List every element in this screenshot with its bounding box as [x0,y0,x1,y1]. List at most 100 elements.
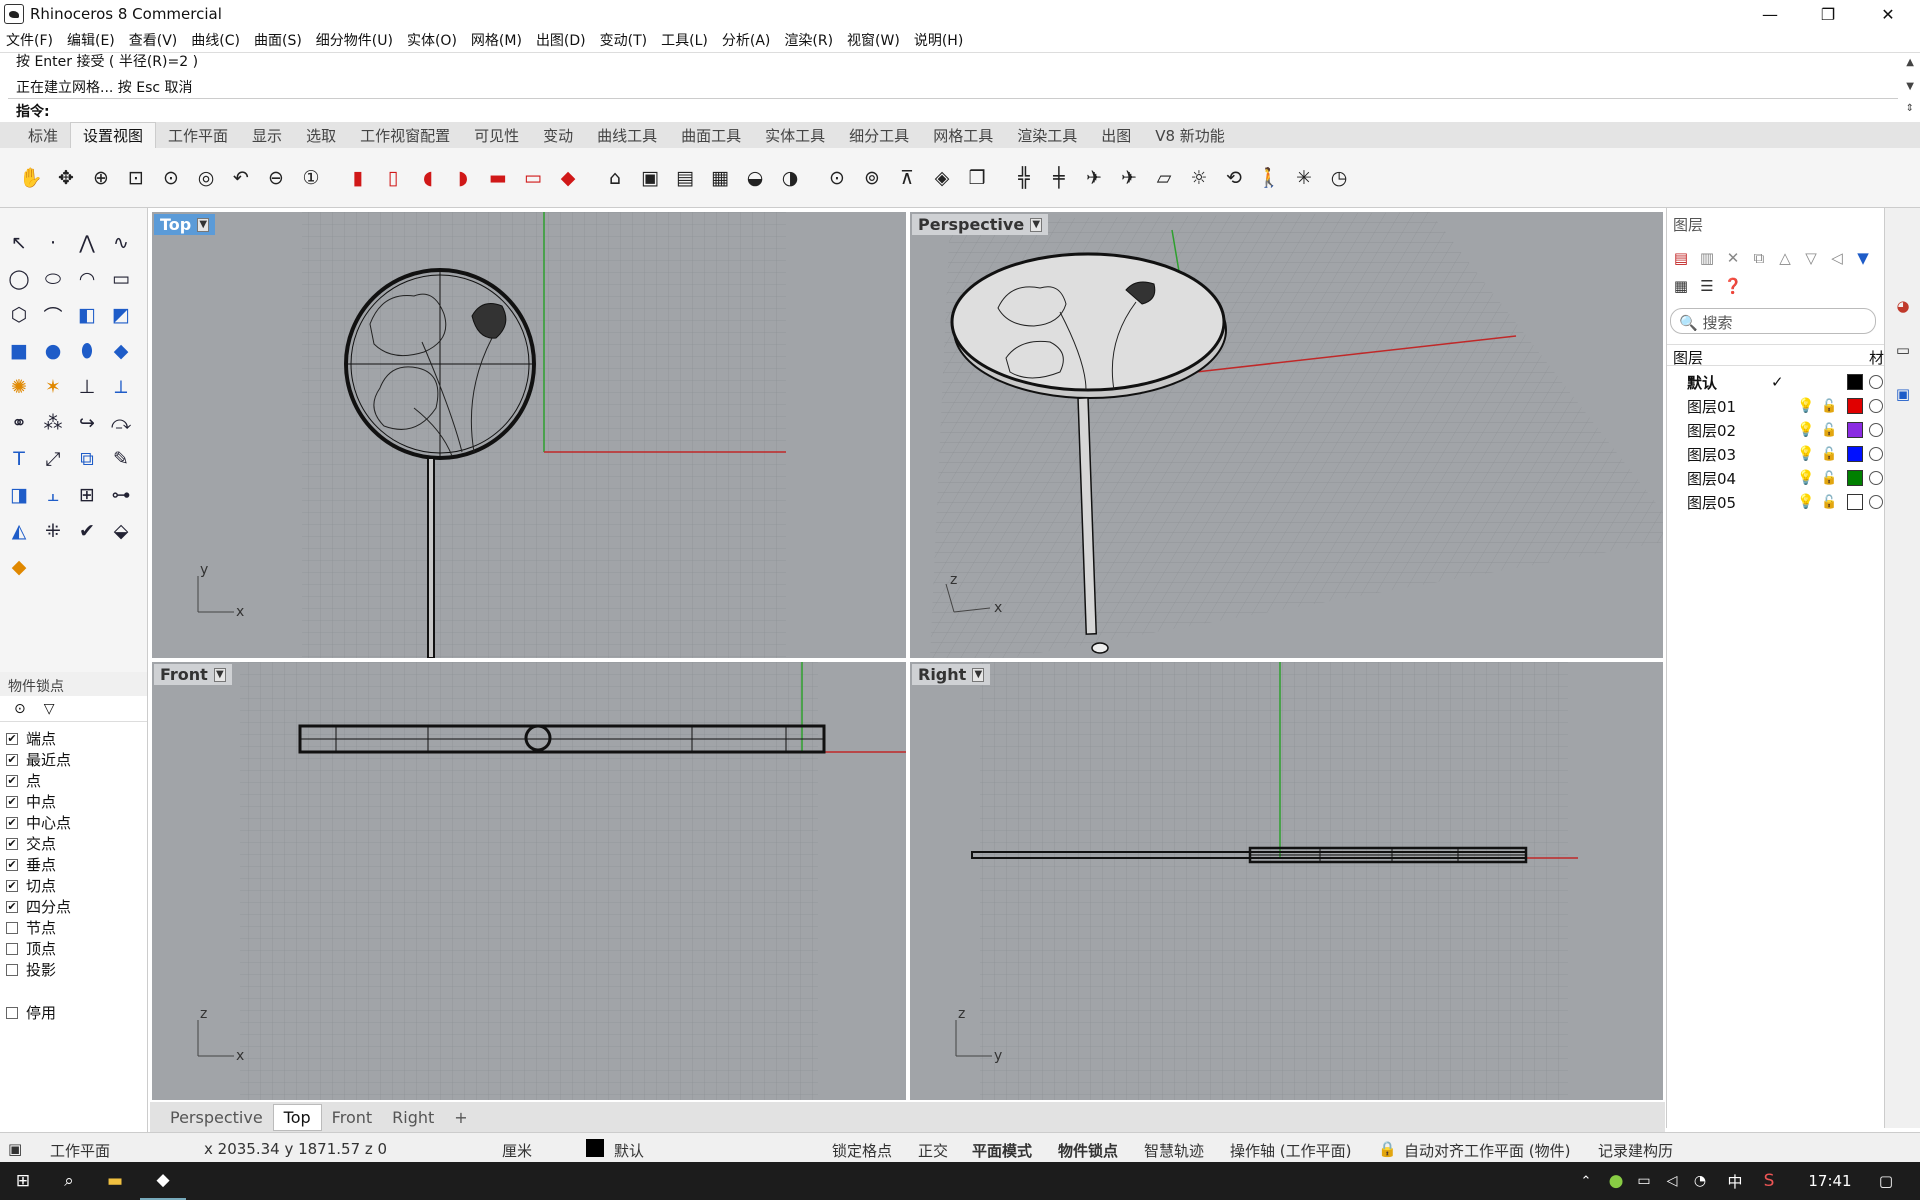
osnap-item[interactable]: 投影 [6,959,56,980]
osnap-item[interactable]: ✔ 中心点 [6,812,71,833]
layer-name[interactable]: 默认 [1687,372,1717,393]
lightbulb-icon[interactable]: 💡 [1797,422,1814,438]
checkbox-icon[interactable]: ✔ [6,837,18,850]
explode-icon[interactable]: ✶ [38,372,68,402]
arc-icon[interactable]: ◠ [72,264,102,294]
checkbox-icon[interactable] [6,942,18,955]
battery-icon[interactable]: ▭ [1632,1162,1656,1200]
tab-set-view[interactable]: 设置视图 [70,122,157,148]
zoom-out-icon[interactable]: ⊖ [261,163,291,193]
layer-row[interactable]: 图层01 💡 🔓 [1667,394,1885,418]
scroll-up-icon[interactable]: ▲ [1906,57,1914,68]
dimension-icon[interactable]: ⤢ [38,444,68,474]
cplane-icon[interactable]: ▣ [8,1140,22,1158]
vp-tab-top[interactable]: Top [272,1103,322,1131]
fly-2-icon[interactable]: ✈ [1114,163,1144,193]
view-perspective-icon[interactable]: ◆ [553,163,583,193]
move-up-icon[interactable]: △ [1775,248,1795,268]
tab-viewport-layout[interactable]: 工作视窗配置 [348,123,462,148]
box-icon[interactable]: ■ [4,336,34,366]
menu-edit[interactable]: 编辑(E) [67,30,115,50]
new-sublayer-icon[interactable]: ▥ [1697,248,1717,268]
checkbox-icon[interactable]: ✔ [6,795,18,808]
paint-icon[interactable]: ◆ [4,552,34,582]
menu-render[interactable]: 渲染(R) [784,30,833,50]
ground-plane-icon[interactable]: ⏥ [1149,163,1179,193]
sogou-icon[interactable]: S [1756,1162,1782,1200]
filter-icon[interactable]: ▽ [44,701,55,717]
help-icon[interactable]: ❓ [1723,276,1743,296]
minimize-button[interactable]: — [1742,0,1798,28]
ime-indicator[interactable]: 中 [1722,1162,1748,1200]
column-material[interactable]: 材 [1869,347,1884,368]
place-camera-icon[interactable]: ⌂ [600,163,630,193]
color-wheel-icon[interactable]: ◕ [1893,296,1913,316]
sphere-icon[interactable]: ● [38,336,68,366]
menu-surface[interactable]: 曲面(S) [254,30,302,50]
planar-toggle[interactable]: 平面模式 [972,1140,1032,1161]
osnap-mode-icon[interactable]: ⊙ [14,701,26,717]
material-icon[interactable] [1869,375,1883,389]
windows-start-icon[interactable]: ⊞ [0,1162,46,1200]
annotate-icon[interactable]: ✎ [106,444,136,474]
zoom-extents-icon[interactable]: ⊡ [121,163,151,193]
viewport-top[interactable]: y x Top ▼ [152,212,906,658]
gear-icon[interactable]: ✺ [4,372,34,402]
block-icon[interactable]: ⧉ [72,444,102,474]
set-camera-icon[interactable]: ⊼ [892,163,922,193]
volume-icon[interactable]: ◁ [1660,1162,1684,1200]
checkbox-icon[interactable]: ✔ [6,816,18,829]
material-icon[interactable] [1869,423,1883,437]
display-icon[interactable]: ▭ [1893,340,1913,360]
layer-color-swatch[interactable] [1847,398,1863,414]
pan-icon[interactable]: ✋ [16,163,46,193]
tab-surface-tools[interactable]: 曲面工具 [669,123,753,148]
ortho-toggle[interactable]: 正交 [918,1140,948,1161]
menu-analyze[interactable]: 分析(A) [722,30,771,50]
unlock-icon[interactable]: 🔓 [1821,423,1837,438]
one-to-one-icon[interactable]: ① [296,163,326,193]
named-view-icon[interactable]: ▦ [705,163,735,193]
view-left-icon[interactable]: ◖ [413,163,443,193]
checkbox-icon[interactable] [6,921,18,934]
lightbulb-icon[interactable]: 💡 [1797,398,1814,414]
osnap-item[interactable]: ✔ 端点 [6,728,56,749]
polyline-icon[interactable]: ⋀ [72,228,102,258]
offset-icon[interactable]: ↪ [72,408,102,438]
scroll-down-icon[interactable]: ▼ [1906,81,1914,92]
layer-color-swatch[interactable] [1847,374,1863,390]
smart-track-toggle[interactable]: 智慧轨迹 [1144,1140,1204,1161]
layer-color-swatch[interactable] [1847,470,1863,486]
curve-icon[interactable]: ∿ [106,228,136,258]
unlock-icon[interactable]: 🔓 [1821,471,1837,486]
tab-solid-tools[interactable]: 实体工具 [753,123,837,148]
menu-transform[interactable]: 变动(T) [600,30,647,50]
explode-icon[interactable]: ✳ [1289,163,1319,193]
tab-mesh-tools[interactable]: 网格工具 [921,123,1005,148]
camera-icon[interactable]: ▣ [635,163,665,193]
search-icon[interactable]: ⌕ [46,1162,92,1200]
file-explorer-icon[interactable]: ▬ [92,1162,138,1200]
fillet-icon[interactable]: ⌒ [38,300,68,330]
lightbulb-icon[interactable]: 💡 [1797,494,1814,510]
units[interactable]: 厘米 [502,1140,532,1161]
menu-panels[interactable]: 视窗(W) [847,30,900,50]
tab-transform[interactable]: 变动 [531,123,585,148]
layer-name[interactable]: 图层01 [1687,396,1736,417]
group-icon[interactable]: ⁂ [38,408,68,438]
view-back-icon[interactable]: ▯ [378,163,408,193]
osnap-item[interactable]: ✔ 点 [6,770,41,791]
project-icon[interactable]: ⫠ [38,480,68,510]
menu-solid[interactable]: 实体(O) [407,30,457,50]
osnap-item[interactable]: ✔ 切点 [6,875,56,896]
circle-icon[interactable]: ◯ [4,264,34,294]
boolean-icon[interactable]: ⚭ [4,408,34,438]
view-front-icon[interactable]: ▮ [343,163,373,193]
sun-icon[interactable]: ☼ [1184,163,1214,193]
view-right-icon[interactable]: ◗ [448,163,478,193]
command-prompt[interactable]: 指令: [16,101,50,121]
mesh-icon[interactable]: ◭ [4,516,34,546]
layer-row[interactable]: 图层03 💡 🔓 [1667,442,1885,466]
menu-tools[interactable]: 工具(L) [661,30,708,50]
record-history-toggle[interactable]: 记录建构历 [1598,1140,1673,1161]
